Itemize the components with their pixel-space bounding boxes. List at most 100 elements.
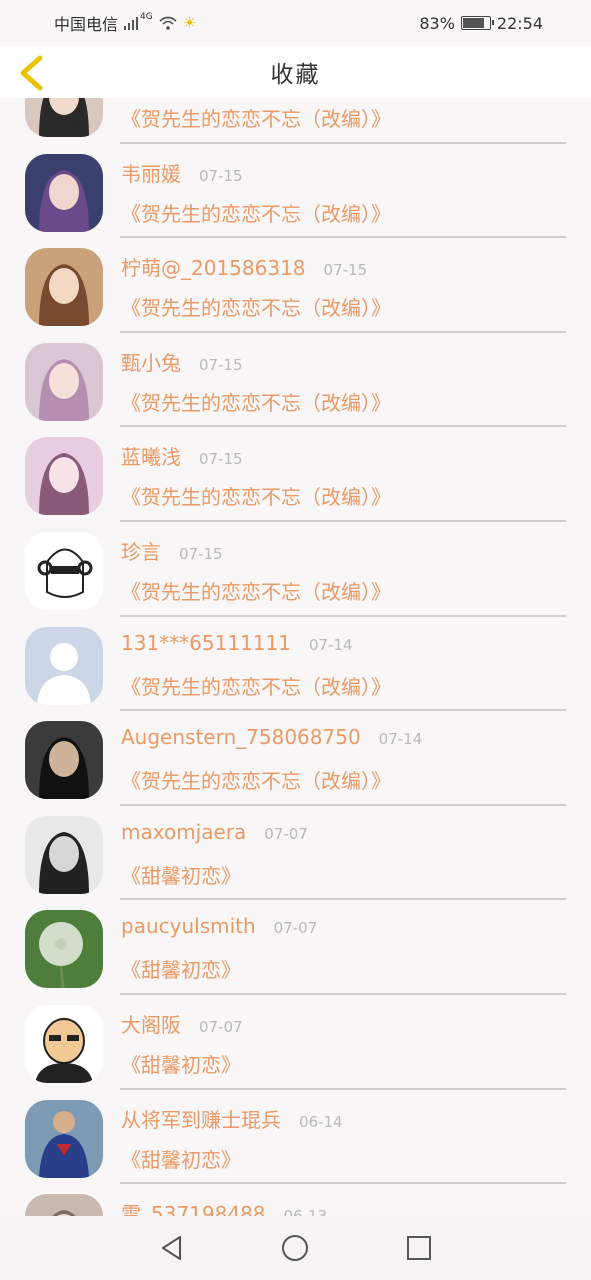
user-nickname[interactable]: Augenstern_758068750	[121, 725, 361, 749]
favorite-date: 07-14	[308, 635, 353, 654]
row-divider	[120, 803, 566, 806]
book-title-link[interactable]: 《甜馨初恋》	[121, 954, 241, 983]
nick-row: 珍言 07-15	[121, 536, 223, 565]
nick-row: 甄小兔 07-15	[121, 347, 243, 376]
nav-back-button[interactable]	[156, 1232, 188, 1264]
app-header: 收藏	[0, 46, 591, 98]
book-title-link[interactable]: 《甜馨初恋》	[121, 1144, 241, 1173]
row-divider	[120, 992, 566, 995]
row-divider	[120, 141, 566, 144]
nick-row: 从将军到赚士琨兵 06-14	[121, 1104, 343, 1133]
avatar[interactable]	[25, 153, 103, 232]
row-divider	[120, 519, 566, 522]
favorite-date: 07-15	[199, 450, 243, 469]
book-title-link[interactable]: 《贺先生的恋恋不忘（改编）》	[121, 765, 391, 794]
nick-row: 131***65111111 07-14	[121, 631, 353, 655]
avatar[interactable]	[25, 1099, 103, 1178]
favorite-list-item[interactable]: Augenstern_758068750 07-14 《贺先生的恋恋不忘（改编）…	[0, 713, 591, 808]
avatar[interactable]	[25, 248, 103, 327]
eye-comfort-icon: ☀	[182, 14, 197, 32]
book-title-link[interactable]: 《贺先生的恋恋不忘（改编）》	[121, 576, 391, 605]
favorite-list-item[interactable]: paucyulsmith 07-07 《甜馨初恋》	[0, 902, 591, 997]
chevron-left-icon	[20, 55, 43, 91]
user-nickname[interactable]: 韦丽媛	[121, 158, 181, 187]
avatar[interactable]	[25, 342, 103, 421]
avatar[interactable]	[25, 721, 103, 800]
nick-row: paucyulsmith 07-07	[121, 914, 317, 938]
row-divider	[120, 709, 566, 712]
book-title-link[interactable]: 《贺先生的恋恋不忘（改编）》	[121, 292, 391, 321]
avatar[interactable]	[25, 1004, 103, 1083]
row-divider	[120, 236, 566, 239]
nick-row: 雪_537198488 06-13	[121, 1198, 327, 1216]
favorite-date: 07-15	[179, 544, 223, 563]
carrier-label: 中国电信	[54, 15, 119, 34]
status-left: 中国电信 4G ☀	[54, 11, 196, 35]
book-title-link[interactable]: 《甜馨初恋》	[121, 860, 241, 889]
book-title-link[interactable]: 《贺先生的恋恋不忘（改编）》	[121, 198, 391, 227]
row-divider	[120, 898, 566, 901]
row-divider	[120, 330, 566, 333]
favorite-list-item[interactable]: 大阁阪 07-07 《甜馨初恋》	[0, 997, 591, 1092]
user-nickname[interactable]: 131***65111111	[121, 631, 291, 655]
nick-row: 蓝曦浅 07-15	[121, 441, 243, 470]
user-nickname[interactable]: 柠萌@_201586318	[121, 252, 306, 281]
favorite-date: 07-07	[273, 919, 318, 938]
avatar[interactable]	[25, 1194, 103, 1216]
avatar[interactable]	[25, 531, 103, 610]
row-divider	[120, 614, 566, 617]
row-divider	[120, 425, 566, 428]
nick-row: 大阁阪 07-07	[121, 1009, 243, 1038]
favorite-date: 07-15	[199, 166, 243, 185]
favorites-list-viewport[interactable]: 《贺先生的恋恋不忘（改编）》 韦丽媛 07-15 《贺先生的恋恋不忘（改编）》 …	[0, 98, 591, 1216]
favorite-list-item[interactable]: 珍言 07-15 《贺先生的恋恋不忘（改编）》	[0, 524, 591, 619]
user-nickname[interactable]: 甄小兔	[121, 347, 181, 376]
favorite-date: 07-15	[199, 355, 243, 374]
favorite-list-item[interactable]: maxomjaera 07-07 《甜馨初恋》	[0, 808, 591, 903]
favorite-date: 07-07	[264, 824, 308, 843]
system-nav-bar	[0, 1216, 591, 1280]
signal-icon	[124, 16, 139, 30]
user-nickname[interactable]: 蓝曦浅	[121, 441, 181, 470]
user-nickname[interactable]: 从将军到赚士琨兵	[121, 1104, 281, 1133]
favorite-list-item[interactable]: 雪_537198488 06-13	[0, 1186, 591, 1216]
nick-row: Augenstern_758068750 07-14	[121, 725, 422, 749]
avatar[interactable]	[25, 910, 103, 989]
user-nickname[interactable]: maxomjaera	[121, 820, 246, 844]
nick-row: 柠萌@_201586318 07-15	[121, 252, 367, 281]
user-nickname[interactable]: 大阁阪	[121, 1009, 181, 1038]
user-nickname[interactable]: paucyulsmith	[121, 914, 256, 938]
book-title-link[interactable]: 《甜馨初恋》	[121, 1049, 241, 1078]
favorite-list-item[interactable]: 131***65111111 07-14 《贺先生的恋恋不忘（改编）》	[0, 619, 591, 714]
book-title-link[interactable]: 《贺先生的恋恋不忘（改编）》	[121, 387, 391, 416]
nav-home-button[interactable]	[279, 1232, 311, 1264]
battery-percent: 83%	[419, 13, 455, 33]
nick-row: maxomjaera 07-07	[121, 820, 308, 844]
favorite-list-item[interactable]: 《贺先生的恋恋不忘（改编）》	[0, 98, 591, 146]
book-title-link[interactable]: 《贺先生的恋恋不忘（改编）》	[121, 671, 391, 700]
network-type: 4G	[140, 12, 153, 22]
user-nickname[interactable]: 珍言	[121, 536, 161, 565]
nick-row: 韦丽媛 07-15	[121, 158, 243, 187]
favorite-list-item[interactable]: 韦丽媛 07-15 《贺先生的恋恋不忘（改编）》	[0, 146, 591, 241]
nav-recents-button[interactable]	[403, 1232, 435, 1264]
avatar[interactable]	[25, 437, 103, 516]
favorite-list-item[interactable]: 从将军到赚士琨兵 06-14 《甜馨初恋》	[0, 1092, 591, 1187]
favorite-list-item[interactable]: 甄小兔 07-15 《贺先生的恋恋不忘（改编）》	[0, 335, 591, 430]
row-divider	[120, 1087, 566, 1090]
status-bar: 中国电信 4G ☀ 83% 22:54	[0, 0, 591, 46]
avatar[interactable]	[25, 815, 103, 894]
book-title-link[interactable]: 《贺先生的恋恋不忘（改编）》	[121, 481, 391, 510]
user-nickname[interactable]: 雪_537198488	[121, 1198, 266, 1216]
favorite-date: 07-07	[199, 1017, 243, 1036]
avatar[interactable]	[25, 626, 103, 705]
favorites-list: 《贺先生的恋恋不忘（改编）》 韦丽媛 07-15 《贺先生的恋恋不忘（改编）》 …	[0, 98, 591, 1216]
row-divider	[120, 1182, 566, 1185]
avatar[interactable]	[25, 98, 103, 137]
back-button[interactable]	[14, 54, 48, 92]
favorite-date: 07-14	[378, 730, 423, 749]
book-title-link[interactable]: 《贺先生的恋恋不忘（改编）》	[121, 103, 391, 132]
favorite-list-item[interactable]: 蓝曦浅 07-15 《贺先生的恋恋不忘（改编）》	[0, 429, 591, 524]
circle-home-icon	[282, 1235, 309, 1261]
favorite-list-item[interactable]: 柠萌@_201586318 07-15 《贺先生的恋恋不忘（改编）》	[0, 240, 591, 335]
